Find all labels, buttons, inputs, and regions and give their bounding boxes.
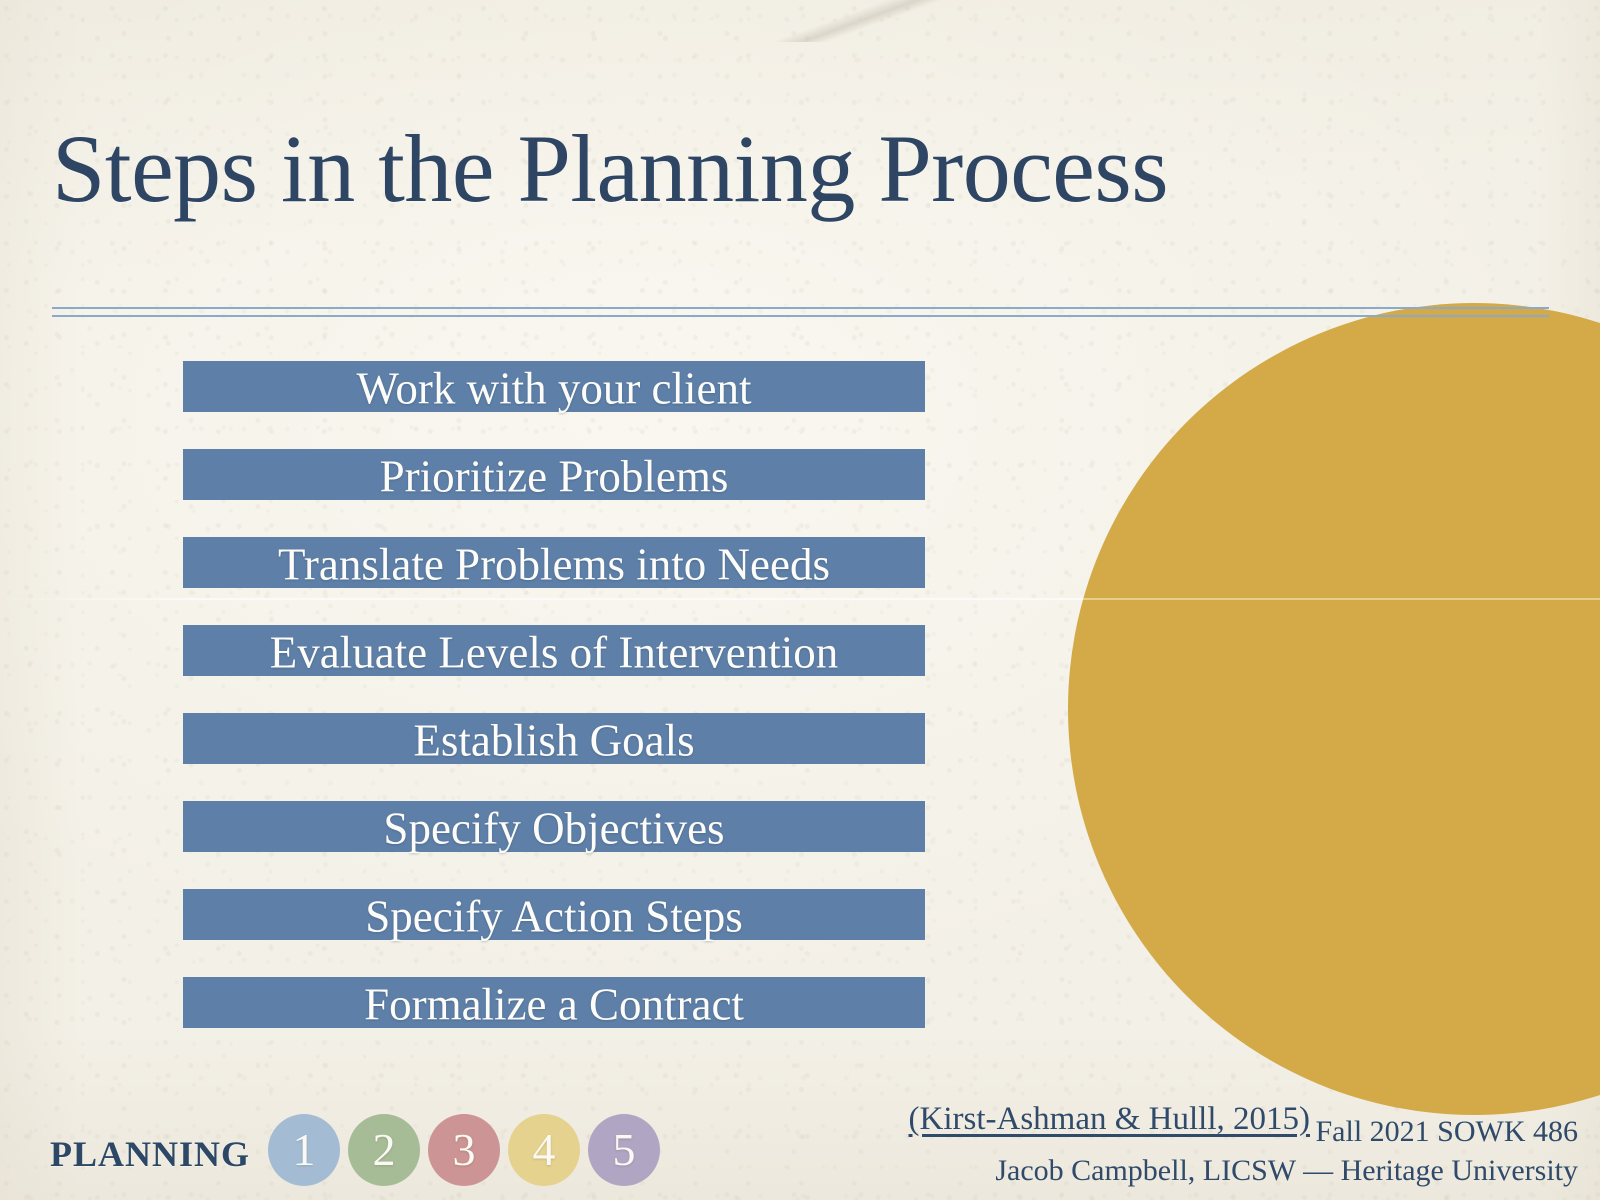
step-bar: Establish Goals (183, 713, 925, 764)
slide-canvas: Steps in the Planning Process Work with … (0, 0, 1600, 1200)
step-indicator-dots: 1 2 3 4 5 (268, 1114, 661, 1186)
step-bar: Specify Objectives (183, 801, 925, 852)
step-label: Specify Objectives (383, 802, 725, 853)
planning-brand: PLANNING 1 2 3 4 5 (50, 1114, 661, 1186)
title-divider (52, 305, 1549, 318)
step-label: Work with your client (356, 362, 752, 413)
step-label: Evaluate Levels of Intervention (269, 626, 839, 677)
step-dot-5[interactable]: 5 (588, 1114, 661, 1186)
steps-list: Work with your client Prioritize Problem… (183, 361, 925, 1028)
paper-crease-top (760, 0, 960, 42)
step-label: Specify Action Steps (365, 890, 743, 941)
step-bar: Translate Problems into Needs (183, 537, 925, 588)
step-dot-1[interactable]: 1 (268, 1114, 341, 1186)
step-label: Formalize a Contract (364, 978, 744, 1029)
step-bar: Prioritize Problems (183, 449, 925, 500)
step-bar: Evaluate Levels of Intervention (183, 625, 925, 676)
step-label: Translate Problems into Needs (277, 538, 831, 589)
slide-title: Steps in the Planning Process (52, 115, 1169, 222)
step-bar: Formalize a Contract (183, 977, 925, 1028)
brand-word: PLANNING (50, 1121, 251, 1178)
step-dot-2[interactable]: 2 (348, 1114, 421, 1186)
course-label: Fall 2021 SOWK 486 (1315, 1115, 1579, 1149)
step-dot-3[interactable]: 3 (428, 1114, 501, 1186)
step-bar: Work with your client (183, 361, 925, 412)
step-bar: Specify Action Steps (183, 889, 925, 940)
divider-rule-bottom (52, 315, 1549, 317)
step-label: Establish Goals (413, 714, 695, 765)
gold-accent-circle (1068, 303, 1600, 1115)
author-label: Jacob Campbell, LICSW — Heritage Univers… (995, 1153, 1578, 1187)
step-label: Prioritize Problems (379, 450, 729, 501)
step-dot-4[interactable]: 4 (508, 1114, 581, 1186)
slide-meta: Fall 2021 SOWK 486 Jacob Campbell, LICSW… (995, 1113, 1578, 1190)
divider-rule-top (52, 307, 1549, 309)
